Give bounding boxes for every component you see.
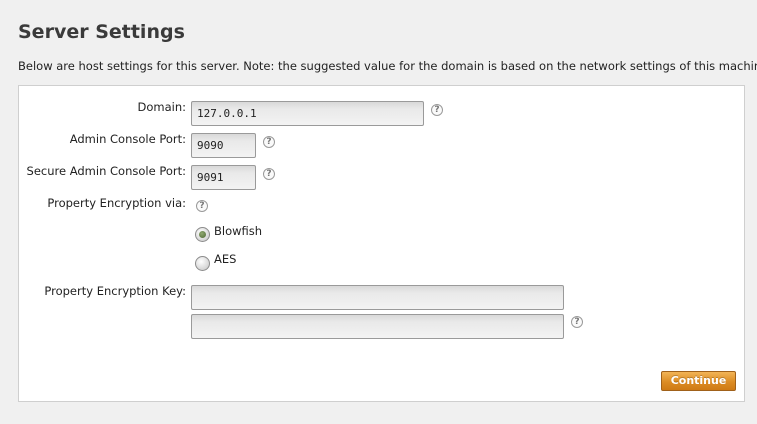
- admin-port-input[interactable]: [191, 133, 256, 158]
- admin-port-label: Admin Console Port:: [69, 132, 186, 146]
- continue-button[interactable]: Continue: [661, 371, 736, 391]
- page-description: Below are host settings for this server.…: [18, 59, 757, 73]
- blowfish-radio-label[interactable]: Blowfish: [214, 224, 262, 238]
- aes-radio-label[interactable]: AES: [214, 252, 236, 266]
- blowfish-radio[interactable]: [195, 227, 210, 242]
- encryption-key-label: Property Encryption Key:: [44, 284, 186, 298]
- domain-help-icon[interactable]: ?: [431, 104, 443, 116]
- aes-radio[interactable]: [195, 256, 210, 271]
- domain-input[interactable]: [191, 101, 424, 126]
- encryption-key-confirm-input[interactable]: [191, 314, 564, 339]
- encryption-key-input[interactable]: [191, 285, 564, 310]
- encryption-via-help-icon[interactable]: ?: [196, 200, 208, 212]
- encryption-via-label: Property Encryption via:: [47, 196, 186, 210]
- encryption-key-help-icon[interactable]: ?: [571, 316, 583, 328]
- page-title: Server Settings: [18, 21, 185, 43]
- secure-admin-port-input[interactable]: [191, 165, 256, 190]
- secure-admin-port-label: Secure Admin Console Port:: [26, 164, 186, 178]
- admin-port-help-icon[interactable]: ?: [263, 136, 275, 148]
- secure-admin-port-help-icon[interactable]: ?: [263, 168, 275, 180]
- domain-label: Domain:: [137, 100, 187, 114]
